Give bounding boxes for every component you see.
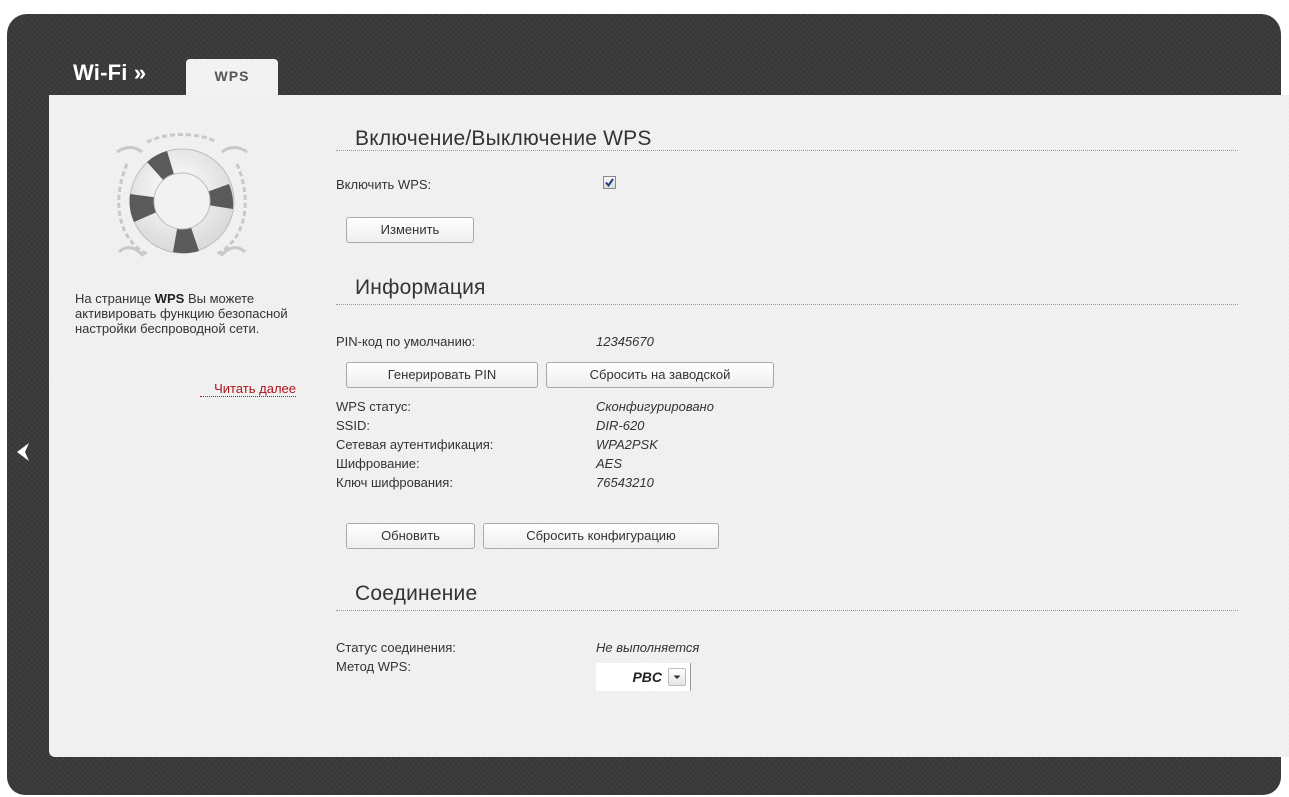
pin-label: PIN-код по умолчанию: xyxy=(336,334,476,349)
connection-status-value: Не выполняется xyxy=(596,640,700,655)
dropdown-button[interactable] xyxy=(668,668,686,686)
breadcrumb-wifi[interactable]: Wi-Fi » xyxy=(73,60,146,86)
chevron-down-icon xyxy=(673,675,681,679)
wps-method-value: PBC xyxy=(632,669,662,685)
auth-label: Сетевая аутентификация: xyxy=(336,437,494,452)
generate-pin-button[interactable]: Генерировать PIN xyxy=(346,362,538,388)
help-text-prefix: На странице xyxy=(75,291,155,306)
enable-wps-label: Включить WPS: xyxy=(336,177,432,192)
encryption-value: AES xyxy=(596,456,623,471)
pin-value: 12345670 xyxy=(596,334,654,349)
auth-value: WPA2PSK xyxy=(596,437,658,452)
key-label: Ключ шифрования: xyxy=(336,475,453,490)
enable-wps-checkbox[interactable] xyxy=(603,176,616,189)
lifebuoy-icon xyxy=(116,133,248,257)
wps-method-select[interactable]: PBC xyxy=(596,663,691,691)
wps-status-value: Сконфигурировано xyxy=(596,399,714,414)
ssid-value: DIR-620 xyxy=(596,418,645,433)
key-value: 76543210 xyxy=(596,475,654,490)
read-more-link[interactable]: Читать далее xyxy=(200,381,296,397)
back-arrow-icon[interactable] xyxy=(12,440,34,464)
change-button[interactable]: Изменить xyxy=(346,217,474,243)
wps-method-label: Метод WPS: xyxy=(336,659,411,674)
checkmark-icon xyxy=(605,178,614,188)
section-divider xyxy=(336,610,1238,611)
section-title-connection: Соединение xyxy=(355,582,478,605)
encryption-label: Шифрование: xyxy=(336,456,420,471)
tab-wps[interactable]: WPS xyxy=(186,59,278,96)
section-divider xyxy=(336,150,1238,151)
refresh-button[interactable]: Обновить xyxy=(346,523,475,549)
section-title-enable: Включение/Выключение WPS xyxy=(355,127,652,150)
wps-status-label: WPS статус: xyxy=(336,399,412,414)
section-divider xyxy=(336,304,1238,305)
help-text-bold: WPS xyxy=(154,291,185,306)
ssid-label: SSID: xyxy=(336,418,370,433)
connection-status-label: Статус соединения: xyxy=(336,640,456,655)
help-text: На странице WPS Вы можете активировать ф… xyxy=(75,291,300,336)
factory-reset-button[interactable]: Сбросить на заводской xyxy=(546,362,774,388)
section-title-info: Информация xyxy=(355,276,486,299)
reset-config-button[interactable]: Сбросить конфигурацию xyxy=(483,523,719,549)
